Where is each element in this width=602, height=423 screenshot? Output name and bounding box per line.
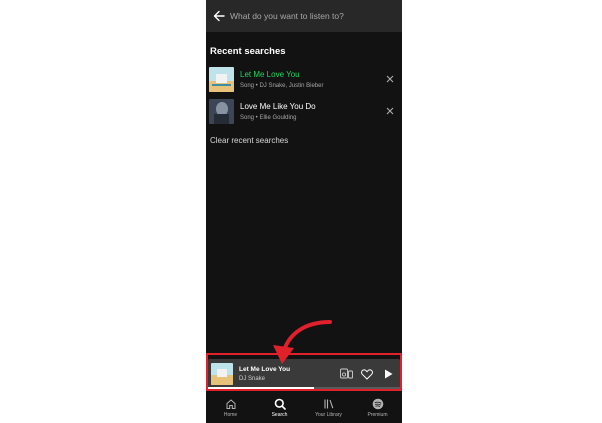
album-art-thumbnail bbox=[209, 98, 234, 124]
library-icon bbox=[323, 399, 333, 408]
nav-label-premium: Premium bbox=[367, 411, 388, 418]
nav-item-home[interactable]: Home bbox=[206, 392, 255, 423]
nav-item-premium[interactable]: Premium bbox=[353, 392, 402, 423]
song-meta: Song • Ellie Goulding bbox=[240, 114, 297, 121]
nav-item-library[interactable]: Your Library bbox=[304, 392, 353, 423]
album-art-thumbnail bbox=[209, 66, 234, 92]
bottom-navigation: Home Search Your Library Premium bbox=[206, 392, 402, 423]
recent-searches-heading: Recent searches bbox=[210, 46, 286, 57]
clear-recent-searches-button[interactable]: Clear recent searches bbox=[210, 136, 288, 145]
mini-player-highlight-box bbox=[206, 353, 402, 391]
nav-label-library: Your Library bbox=[315, 411, 342, 418]
song-title: Love Me Like You Do bbox=[240, 101, 316, 111]
home-icon bbox=[226, 398, 235, 409]
close-icon[interactable] bbox=[383, 72, 397, 86]
close-icon[interactable] bbox=[383, 104, 397, 118]
recent-search-item[interactable]: Let Me Love You Song • DJ Snake, Justin … bbox=[209, 65, 399, 93]
song-meta: Song • DJ Snake, Justin Bieber bbox=[240, 82, 324, 89]
search-bar[interactable]: What do you want to listen to? bbox=[206, 0, 402, 32]
nav-label-search: Search bbox=[271, 411, 288, 418]
nav-item-search[interactable]: Search bbox=[255, 392, 304, 423]
search-input[interactable]: What do you want to listen to? bbox=[230, 11, 344, 21]
nav-label-home: Home bbox=[223, 411, 238, 418]
search-icon bbox=[274, 398, 286, 410]
spotify-icon bbox=[372, 398, 383, 409]
recent-search-item[interactable]: Love Me Like You Do Song • Ellie Gouldin… bbox=[209, 97, 399, 125]
song-title: Let Me Love You bbox=[240, 69, 300, 79]
back-arrow-icon[interactable] bbox=[208, 0, 230, 32]
